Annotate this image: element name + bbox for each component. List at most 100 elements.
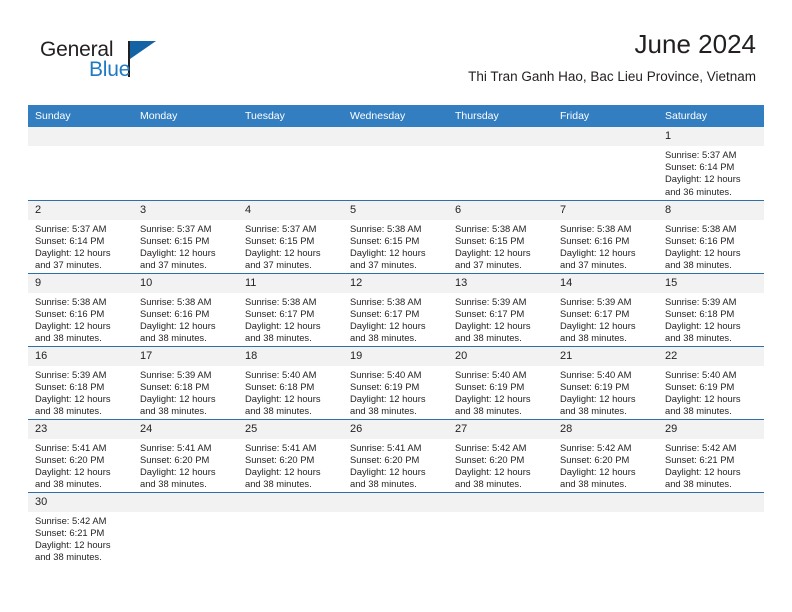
sunrise-text: Sunrise: 5:38 AM <box>140 295 212 307</box>
day-cell[interactable]: 3 Sunrise: 5:37 AM Sunset: 6:15 PM Daylight… <box>133 199 238 273</box>
sunset-text: Sunset: 6:18 PM <box>35 380 105 392</box>
day-cell[interactable]: 26 Sunrise: 5:41 AM Sunset: 6:20 PM Dayligh… <box>343 418 448 492</box>
sunrise-text: Sunrise: 5:38 AM <box>455 222 527 234</box>
day-cell[interactable]: 23 Sunrise: 5:41 AM Sunset: 6:20 PM Dayligh… <box>28 418 133 492</box>
daylight-text-line2: and 37 minutes. <box>245 259 312 271</box>
day-number: 21 <box>553 346 658 366</box>
day-cell[interactable]: 20 Sunrise: 5:40 AM Sunset: 6:19 PM Dayligh… <box>448 345 553 419</box>
daylight-text-line1: Daylight: 12 hours <box>455 392 531 404</box>
weekday-header-sunday: Sunday <box>28 105 133 127</box>
daylight-text-line2: and 38 minutes. <box>560 405 627 417</box>
sunset-text: Sunset: 6:15 PM <box>245 234 315 246</box>
daylight-text-line2: and 37 minutes. <box>140 259 207 271</box>
day-details: Sunrise: 5:38 AM Sunset: 6:15 PM Daylight:… <box>448 220 553 272</box>
day-details: Sunrise: 5:38 AM Sunset: 6:16 PM Daylight:… <box>553 220 658 272</box>
daylight-text-line2: and 38 minutes. <box>140 405 207 417</box>
sunrise-text: Sunrise: 5:39 AM <box>35 368 107 380</box>
day-details: Sunrise: 5:37 AM Sunset: 6:15 PM Daylight:… <box>133 220 238 272</box>
day-number <box>448 127 553 146</box>
calendar-page: General Blue June 2024 Thi Tran Ganh Hao… <box>0 0 792 612</box>
sunrise-text: Sunrise: 5:41 AM <box>35 441 107 453</box>
daylight-text-line2: and 37 minutes. <box>350 259 417 271</box>
sunrise-text: Sunrise: 5:41 AM <box>140 441 212 453</box>
day-number: 23 <box>28 419 133 439</box>
calendar-body: 1 Sunrise: 5:37 AM Sunset: 6:14 PM Dayli… <box>28 127 764 565</box>
page-subtitle: Thi Tran Ganh Hao, Bac Lieu Province, Vi… <box>468 68 756 84</box>
day-cell[interactable]: 7 Sunrise: 5:38 AM Sunset: 6:16 PM Daylight… <box>553 199 658 273</box>
day-cell[interactable]: 4 Sunrise: 5:37 AM Sunset: 6:15 PM Daylight… <box>238 199 343 273</box>
day-number <box>28 127 133 146</box>
sunrise-text: Sunrise: 5:38 AM <box>350 222 422 234</box>
day-number <box>238 127 343 146</box>
day-cell[interactable]: 22 Sunrise: 5:40 AM Sunset: 6:19 PM Dayligh… <box>658 345 764 419</box>
daylight-text-line2: and 38 minutes. <box>140 332 207 344</box>
day-cell[interactable]: 16 Sunrise: 5:39 AM Sunset: 6:18 PM Dayligh… <box>28 345 133 419</box>
day-cell[interactable]: 18 Sunrise: 5:40 AM Sunset: 6:18 PM Dayligh… <box>238 345 343 419</box>
weekday-header-tuesday: Tuesday <box>238 105 343 127</box>
day-cell[interactable]: 11 Sunrise: 5:38 AM Sunset: 6:17 PM Dayligh… <box>238 272 343 346</box>
day-details: Sunrise: 5:38 AM Sunset: 6:15 PM Daylight:… <box>343 220 448 272</box>
daylight-text-line2: and 38 minutes. <box>35 478 102 490</box>
day-cell[interactable]: 19 Sunrise: 5:40 AM Sunset: 6:19 PM Dayligh… <box>343 345 448 419</box>
day-number <box>133 127 238 146</box>
day-cell-empty <box>553 491 658 565</box>
day-number: 18 <box>238 346 343 366</box>
sunrise-text: Sunrise: 5:42 AM <box>35 514 107 526</box>
day-cell[interactable]: 14 Sunrise: 5:39 AM Sunset: 6:17 PM Dayligh… <box>553 272 658 346</box>
daylight-text-line1: Daylight: 12 hours <box>665 465 741 477</box>
daylight-text-line2: and 37 minutes. <box>455 259 522 271</box>
day-details: Sunrise: 5:40 AM Sunset: 6:18 PM Daylight:… <box>238 366 343 418</box>
daylight-text-line2: and 38 minutes. <box>35 332 102 344</box>
day-cell[interactable]: 5 Sunrise: 5:38 AM Sunset: 6:15 PM Daylight… <box>343 199 448 273</box>
page-header: General Blue June 2024 Thi Tran Ganh Hao… <box>0 0 792 100</box>
daylight-text-line1: Daylight: 12 hours <box>350 319 426 331</box>
day-number: 17 <box>133 346 238 366</box>
day-details: Sunrise: 5:40 AM Sunset: 6:19 PM Daylight:… <box>658 366 764 418</box>
day-cell[interactable]: 10 Sunrise: 5:38 AM Sunset: 6:16 PM Dayligh… <box>133 272 238 346</box>
daylight-text-line2: and 38 minutes. <box>455 478 522 490</box>
day-cell[interactable]: 27 Sunrise: 5:42 AM Sunset: 6:20 PM Dayligh… <box>448 418 553 492</box>
sunset-text: Sunset: 6:17 PM <box>350 307 420 319</box>
sunset-text: Sunset: 6:16 PM <box>35 307 105 319</box>
daylight-text-line1: Daylight: 12 hours <box>140 246 216 258</box>
day-cell[interactable]: 13 Sunrise: 5:39 AM Sunset: 6:17 PM Dayligh… <box>448 272 553 346</box>
daylight-text-line2: and 38 minutes. <box>665 259 732 271</box>
daylight-text-line1: Daylight: 12 hours <box>455 465 531 477</box>
day-cell-empty <box>448 491 553 565</box>
day-cell[interactable]: 12 Sunrise: 5:38 AM Sunset: 6:17 PM Dayligh… <box>343 272 448 346</box>
day-number <box>553 127 658 146</box>
day-cell[interactable]: 8 Sunrise: 5:38 AM Sunset: 6:16 PM Daylight… <box>658 199 764 273</box>
calendar-week-row: 1 Sunrise: 5:37 AM Sunset: 6:14 PM Dayli… <box>28 127 764 200</box>
sunset-text: Sunset: 6:14 PM <box>35 234 105 246</box>
daylight-text-line1: Daylight: 12 hours <box>665 246 741 258</box>
sunset-text: Sunset: 6:20 PM <box>350 453 420 465</box>
sunset-text: Sunset: 6:16 PM <box>665 234 735 246</box>
general-blue-logo[interactable]: General Blue <box>40 38 220 88</box>
day-details: Sunrise: 5:42 AM Sunset: 6:21 PM Daylight:… <box>28 512 133 564</box>
day-cell[interactable]: 21 Sunrise: 5:40 AM Sunset: 6:19 PM Dayligh… <box>553 345 658 419</box>
weekday-header-row: Sunday Monday Tuesday Wednesday Thursday… <box>28 105 764 127</box>
daylight-text-line1: Daylight: 12 hours <box>140 392 216 404</box>
day-cell[interactable]: 6 Sunrise: 5:38 AM Sunset: 6:15 PM Daylight… <box>448 199 553 273</box>
sunset-text: Sunset: 6:16 PM <box>560 234 630 246</box>
day-details: Sunrise: 5:40 AM Sunset: 6:19 PM Daylight:… <box>343 366 448 418</box>
daylight-text-line2: and 37 minutes. <box>35 259 102 271</box>
sunrise-text: Sunrise: 5:37 AM <box>665 149 737 160</box>
day-cell-empty <box>553 127 658 200</box>
day-cell[interactable]: 15 Sunrise: 5:39 AM Sunset: 6:18 PM Dayligh… <box>658 272 764 346</box>
day-cell[interactable]: 17 Sunrise: 5:39 AM Sunset: 6:18 PM Dayligh… <box>133 345 238 419</box>
day-cell[interactable]: 30 Sunrise: 5:42 AM Sunset: 6:21 PM Dayligh… <box>28 491 133 565</box>
day-cell[interactable]: 1 Sunrise: 5:37 AM Sunset: 6:14 PM Dayli… <box>658 127 764 200</box>
day-cell[interactable]: 9 Sunrise: 5:38 AM Sunset: 6:16 PM Daylight… <box>28 272 133 346</box>
day-cell-empty <box>343 491 448 565</box>
sunrise-text: Sunrise: 5:39 AM <box>455 295 527 307</box>
day-details: Sunrise: 5:37 AM Sunset: 6:14 PM Dayligh… <box>658 146 764 198</box>
day-cell[interactable]: 25 Sunrise: 5:41 AM Sunset: 6:20 PM Dayligh… <box>238 418 343 492</box>
day-cell[interactable]: 2 Sunrise: 5:37 AM Sunset: 6:14 PM Daylight… <box>28 199 133 273</box>
day-details: Sunrise: 5:39 AM Sunset: 6:18 PM Daylight:… <box>28 366 133 418</box>
day-cell[interactable]: 29 Sunrise: 5:42 AM Sunset: 6:21 PM Dayligh… <box>658 418 764 492</box>
daylight-text-line1: Daylight: 12 hours <box>245 392 321 404</box>
daylight-text-line1: Daylight: 12 hours <box>350 392 426 404</box>
day-cell[interactable]: 28 Sunrise: 5:42 AM Sunset: 6:20 PM Dayligh… <box>553 418 658 492</box>
day-cell[interactable]: 24 Sunrise: 5:41 AM Sunset: 6:20 PM Dayligh… <box>133 418 238 492</box>
